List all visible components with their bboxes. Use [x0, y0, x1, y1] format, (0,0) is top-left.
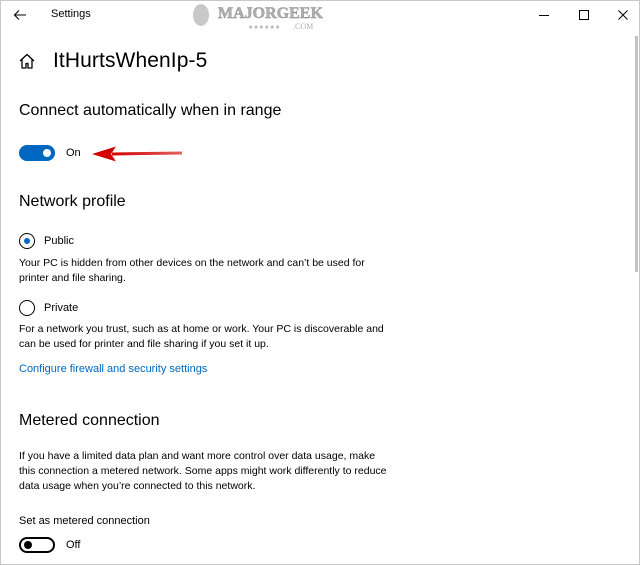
majorgeeks-watermark: MAJORGEEKS .COM ★★★★★★ [193, 4, 323, 31]
maximize-button[interactable] [569, 4, 599, 26]
auto-connect-toggle-row[interactable]: On [19, 145, 81, 161]
firewall-settings-link[interactable]: Configure firewall and security settings [19, 363, 207, 375]
private-description: For a network you trust, such as at home… [19, 323, 384, 350]
metered-toggle-row[interactable]: Off [19, 537, 80, 553]
scrollbar[interactable] [635, 36, 638, 272]
close-button[interactable] [608, 4, 638, 26]
back-button[interactable] [6, 4, 34, 26]
public-radio-option[interactable]: Public [19, 233, 74, 249]
red-arrow-annotation [92, 146, 183, 162]
home-icon[interactable] [18, 52, 36, 70]
public-radio[interactable] [19, 233, 35, 249]
metered-state: Off [66, 539, 81, 551]
maximize-icon [579, 10, 589, 20]
public-label: Public [44, 235, 74, 247]
private-label: Private [44, 302, 79, 314]
page-title: ItHurtsWhenIp-5 [53, 49, 208, 72]
private-radio-option[interactable]: Private [19, 300, 78, 316]
minimize-button[interactable] [529, 4, 559, 26]
public-description: Your PC is hidden from other devices on … [19, 257, 365, 284]
svg-text:.COM: .COM [293, 22, 313, 31]
auto-connect-state: On [66, 147, 81, 159]
svg-text:★★★★★★: ★★★★★★ [248, 24, 280, 31]
metered-toggle-label: Set as metered connection [19, 515, 150, 527]
metered-description: If you have a limited data plan and want… [19, 450, 387, 492]
svg-text:MAJORGEEKS: MAJORGEEKS [218, 5, 323, 22]
app-title: Settings [51, 8, 91, 20]
private-radio[interactable] [19, 300, 35, 316]
toggle-knob [24, 541, 32, 549]
auto-connect-toggle[interactable] [19, 145, 55, 161]
metered-toggle[interactable] [19, 537, 55, 553]
auto-connect-heading: Connect automatically when in range [19, 102, 282, 119]
metered-heading: Metered connection [19, 412, 160, 429]
toggle-knob [43, 149, 51, 157]
network-profile-heading: Network profile [19, 193, 126, 210]
title-bar: Settings MAJORGEEKS .COM ★★★★★★ [0, 0, 640, 31]
close-icon [618, 10, 628, 20]
page-header: ItHurtsWhenIp-5 [18, 46, 207, 76]
back-arrow-icon [13, 10, 26, 20]
minimize-icon [539, 15, 549, 16]
radio-dot [23, 237, 30, 244]
